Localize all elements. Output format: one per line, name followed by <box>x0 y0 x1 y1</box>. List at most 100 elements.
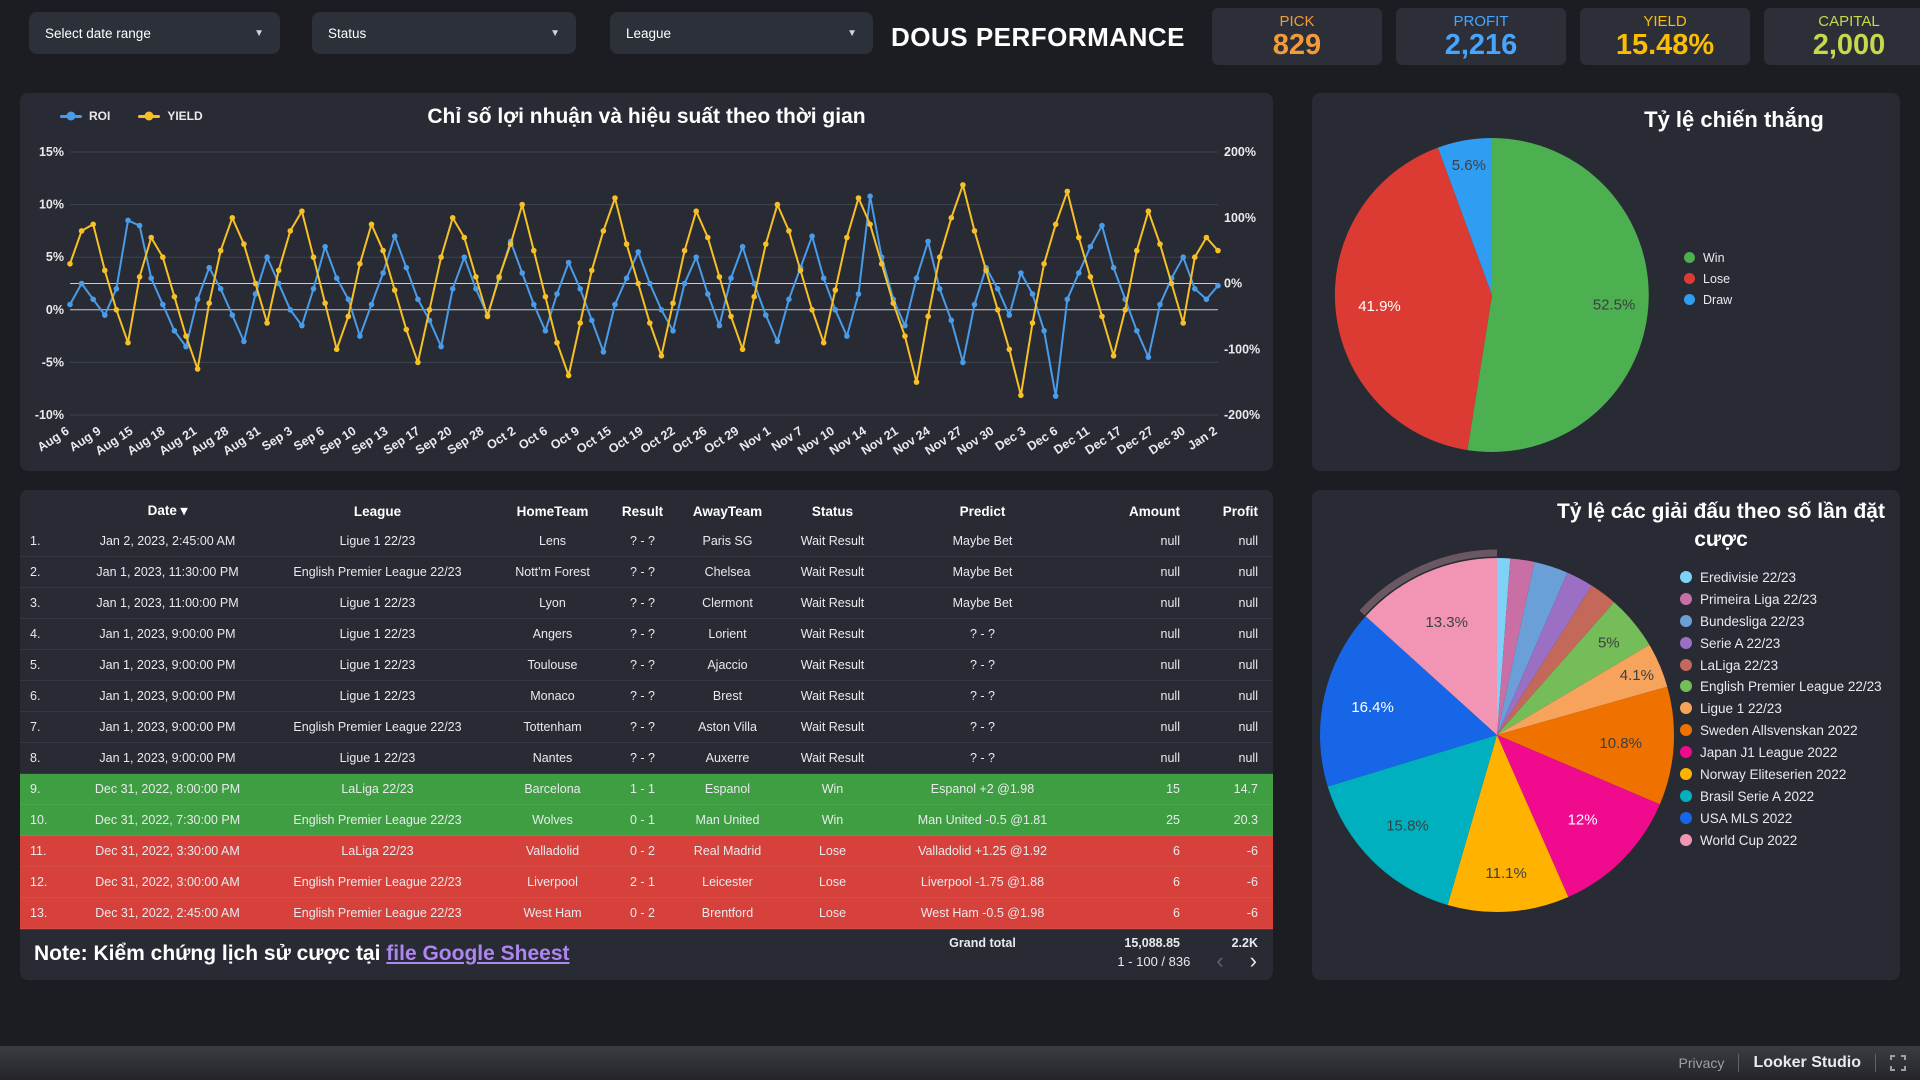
date-range-filter-label: Select date range <box>45 26 151 41</box>
column-header-league[interactable]: League <box>260 504 495 519</box>
x-axis-tick: Aug 6 <box>35 424 72 455</box>
table-row[interactable]: 3.Jan 1, 2023, 11:00:00 PMLigue 1 22/23L… <box>20 588 1273 619</box>
roi-point <box>554 291 560 297</box>
legend-item-eredivisie[interactable]: Eredivisie 22/23 <box>1680 570 1892 587</box>
column-header-predict[interactable]: Predict <box>885 504 1080 519</box>
roi-point <box>462 254 468 260</box>
yield-point <box>241 241 247 247</box>
table-row[interactable]: 13.Dec 31, 2022, 2:45:00 AMEnglish Premi… <box>20 898 1273 929</box>
cell-result: ? - ? <box>610 751 675 765</box>
legend-item-bundesliga[interactable]: Bundesliga 22/23 <box>1680 614 1892 631</box>
roi-point <box>821 275 827 281</box>
yield-point <box>682 248 688 254</box>
line-chart-canvas[interactable]: 15%10%5%0%-5%-10%200%100%0%-100%-200%Aug… <box>20 93 1273 471</box>
table-row[interactable]: 5.Jan 1, 2023, 9:00:00 PMLigue 1 22/23To… <box>20 650 1273 681</box>
roi-point <box>1111 265 1117 271</box>
table-row[interactable]: 11.Dec 31, 2022, 3:30:00 AMLaLiga 22/23V… <box>20 836 1273 867</box>
cell-away: Ajaccio <box>675 658 780 672</box>
yield-point <box>392 287 398 293</box>
win-rate-pie-chart[interactable]: Tỷ lệ chiến thắng 52.5%41.9%5.6% WinLose… <box>1312 93 1900 471</box>
legend-item-win[interactable]: Win <box>1684 251 1732 265</box>
yield-point <box>137 274 143 280</box>
yield-point <box>693 208 699 214</box>
cell-date: Jan 1, 2023, 9:00:00 PM <box>75 689 260 703</box>
roi-yield-timeseries-chart[interactable]: ROIYIELD Chỉ số lợi nhuận và hiệu suất t… <box>20 93 1273 471</box>
google-sheet-link[interactable]: file Google Sheest <box>386 942 569 965</box>
table-row[interactable]: 2.Jan 1, 2023, 11:30:00 PMEnglish Premie… <box>20 557 1273 588</box>
column-header-hometeam[interactable]: HomeTeam <box>495 504 610 519</box>
column-header-amount[interactable]: Amount <box>1080 504 1190 519</box>
legend-item-usa-mls[interactable]: USA MLS 2022 <box>1680 811 1892 828</box>
cell-predict: ? - ? <box>885 751 1080 765</box>
status-filter-label: Status <box>328 26 366 41</box>
pie-slice-win[interactable] <box>1467 138 1648 452</box>
cell-num: 3. <box>20 596 75 610</box>
cell-date: Jan 1, 2023, 11:00:00 PM <box>75 596 260 610</box>
cell-profit: null <box>1190 720 1268 734</box>
cell-status: Lose <box>780 906 885 920</box>
cell-date: Dec 31, 2022, 3:30:00 AM <box>75 844 260 858</box>
date-range-filter[interactable]: Select date range ▼ <box>29 12 280 54</box>
cell-league: LaLiga 22/23 <box>260 782 495 796</box>
cell-profit: null <box>1190 596 1268 610</box>
league-filter[interactable]: League ▼ <box>610 12 873 54</box>
y-axis-right-tick: -200% <box>1224 408 1260 422</box>
status-filter[interactable]: Status ▼ <box>312 12 576 54</box>
looker-footer: Privacy Looker Studio <box>0 1046 1920 1080</box>
yield-point <box>67 261 73 267</box>
column-header-result[interactable]: Result <box>610 504 675 519</box>
roi-series[interactable] <box>67 193 1221 399</box>
win-rate-pie-legend: Win Lose Draw <box>1684 251 1732 307</box>
legend-item-draw[interactable]: Draw <box>1684 293 1732 307</box>
table-row[interactable]: 7.Jan 1, 2023, 9:00:00 PMEnglish Premier… <box>20 712 1273 743</box>
cell-result: ? - ? <box>610 658 675 672</box>
table-row[interactable]: 9.Dec 31, 2022, 8:00:00 PMLaLiga 22/23Ba… <box>20 774 1273 805</box>
legend-item-serie-a[interactable]: Serie A 22/23 <box>1680 636 1892 653</box>
legend-item-sweden-allsvenskan[interactable]: Sweden Allsvenskan 2022 <box>1680 723 1892 740</box>
fullscreen-icon[interactable] <box>1890 1055 1906 1071</box>
table-row[interactable]: 4.Jan 1, 2023, 9:00:00 PMLigue 1 22/23An… <box>20 619 1273 650</box>
column-header-awayteam[interactable]: AwayTeam <box>675 504 780 519</box>
legend-item-norway-eliteserien[interactable]: Norway Eliteserien 2022 <box>1680 767 1892 784</box>
cell-date: Dec 31, 2022, 3:00:00 AM <box>75 875 260 889</box>
legend-item-lose[interactable]: Lose <box>1684 272 1732 286</box>
pie-slice-label-japan-j1: 12% <box>1568 812 1598 829</box>
yield-series[interactable] <box>67 182 1221 398</box>
column-header-status[interactable]: Status <box>780 504 885 519</box>
roi-point <box>937 286 943 292</box>
legend-item-english-premier-league[interactable]: English Premier League 22/23 <box>1680 679 1892 696</box>
roi-point <box>67 302 73 308</box>
cell-result: ? - ? <box>610 627 675 641</box>
legend-item-primeira-liga[interactable]: Primeira Liga 22/23 <box>1680 592 1892 609</box>
cell-profit: null <box>1190 658 1268 672</box>
column-header-profit[interactable]: Profit <box>1190 504 1268 519</box>
yield-point <box>983 268 989 274</box>
privacy-link[interactable]: Privacy <box>1679 1055 1725 1071</box>
win-rate-pie-canvas[interactable]: 52.5%41.9%5.6% <box>1312 93 1900 471</box>
pie-slice-label-win: 52.5% <box>1593 297 1636 314</box>
cell-num: 11. <box>20 844 75 858</box>
legend-label: English Premier League 22/23 <box>1700 679 1882 696</box>
next-page-button[interactable]: › <box>1250 948 1257 974</box>
previous-page-button[interactable]: ‹ <box>1216 948 1223 974</box>
yield-point <box>612 195 618 201</box>
league-distribution-pie-chart[interactable]: Tỷ lệ các giải đấu theo số lần đặt cược … <box>1312 490 1900 980</box>
legend-item-laliga[interactable]: LaLiga 22/23 <box>1680 658 1892 675</box>
legend-item-world-cup[interactable]: World Cup 2022 <box>1680 833 1892 850</box>
cell-result: ? - ? <box>610 565 675 579</box>
legend-item-japan-j1[interactable]: Japan J1 League 2022 <box>1680 745 1892 762</box>
cell-amount: 15 <box>1080 782 1190 796</box>
cell-away: Real Madrid <box>675 844 780 858</box>
table-row[interactable]: 10.Dec 31, 2022, 7:30:00 PMEnglish Premi… <box>20 805 1273 836</box>
legend-item-ligue-1[interactable]: Ligue 1 22/23 <box>1680 701 1892 718</box>
legend-item-brasil-serie-a[interactable]: Brasil Serie A 2022 <box>1680 789 1892 806</box>
pie-slice-label-brasil-serie-a: 15.8% <box>1386 818 1429 835</box>
column-header-date[interactable]: Date ▾ <box>75 503 260 519</box>
roi-point <box>369 302 375 308</box>
table-row[interactable]: 8.Jan 1, 2023, 9:00:00 PMLigue 1 22/23Na… <box>20 743 1273 774</box>
table-row[interactable]: 1.Jan 2, 2023, 2:45:00 AMLigue 1 22/23Le… <box>20 526 1273 557</box>
table-row[interactable]: 12.Dec 31, 2022, 3:00:00 AMEnglish Premi… <box>20 867 1273 898</box>
cell-date: Jan 1, 2023, 9:00:00 PM <box>75 658 260 672</box>
table-row[interactable]: 6.Jan 1, 2023, 9:00:00 PMLigue 1 22/23Mo… <box>20 681 1273 712</box>
legend-dot <box>1680 615 1692 627</box>
